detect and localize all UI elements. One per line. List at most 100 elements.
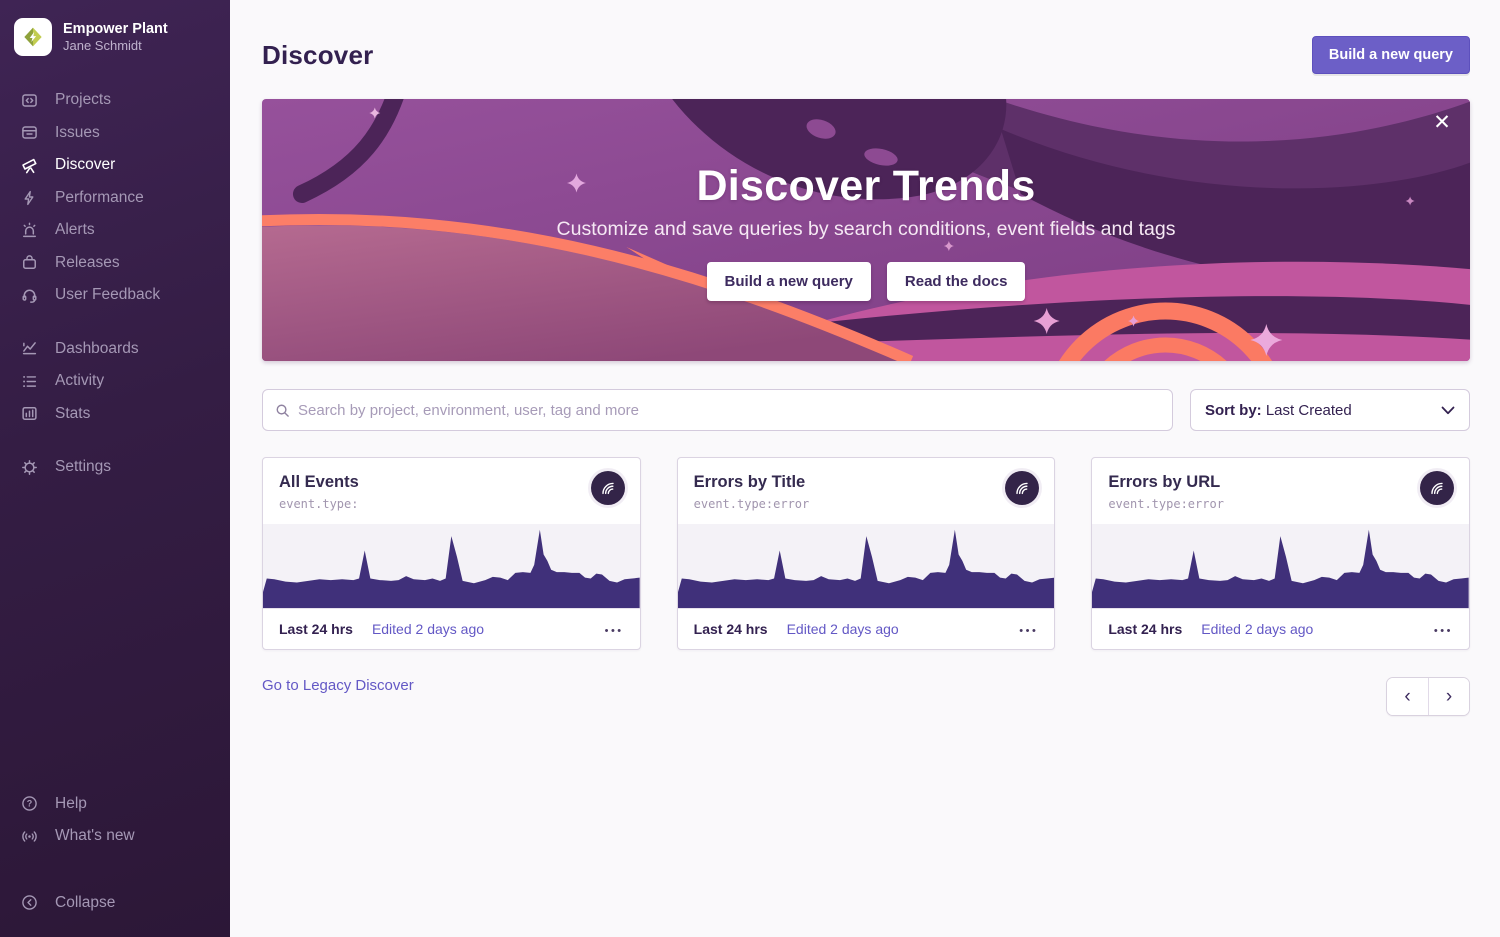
banner-title: Discover Trends (696, 162, 1035, 211)
sidebar-item-label: User Feedback (55, 286, 160, 304)
banner-close-icon[interactable]: ✕ (1428, 109, 1456, 137)
discover-trends-banner: Discover Trends Customize and save queri… (262, 99, 1470, 361)
sort-label: Sort by: (1205, 402, 1262, 419)
next-page-button[interactable]: › (1428, 678, 1469, 715)
sidebar-item-label: What's new (55, 827, 135, 845)
sidebar-item-stats[interactable]: Stats (0, 398, 230, 431)
banner-subtitle: Customize and save queries by search con… (557, 218, 1176, 241)
sidebar-item-releases[interactable]: Releases (0, 247, 230, 280)
card-sparkline-chart (263, 524, 640, 608)
main-content: Discover Build a new query (230, 0, 1500, 937)
search-icon (275, 403, 290, 418)
card-sparkline-chart (678, 524, 1055, 608)
user-name: Jane Schmidt (63, 38, 168, 54)
pagination: ‹ › (1386, 677, 1470, 716)
chevron-left-icon: ‹ (1404, 686, 1410, 707)
sidebar-item-label: Stats (55, 405, 90, 423)
bar-chart-icon (20, 405, 38, 422)
search-input[interactable] (298, 402, 1160, 419)
line-chart-icon (20, 340, 38, 357)
empower-plant-logo-icon (20, 24, 46, 50)
card-context-menu-icon[interactable]: ••• (1019, 622, 1038, 636)
sidebar-item-label: Collapse (55, 894, 115, 912)
sidebar: Empower Plant Jane Schmidt Projects Issu… (0, 0, 230, 937)
discover-telescope-icon (20, 157, 38, 174)
card-timeframe: Last 24 hrs (279, 621, 353, 637)
sidebar-item-alerts[interactable]: Alerts (0, 214, 230, 247)
lightning-icon (20, 190, 38, 206)
card-title: All Events (279, 473, 624, 492)
collapse-icon (20, 894, 38, 911)
issues-icon (20, 124, 38, 141)
sentry-logo-icon (1427, 478, 1447, 498)
query-card-errors-by-title[interactable]: Errors by Title event.type:error Last 24… (677, 457, 1056, 650)
sidebar-item-label: Activity (55, 372, 104, 390)
footer-nav: ? Help What's new (0, 788, 230, 853)
card-edited-link[interactable]: Edited 2 days ago (1201, 621, 1313, 637)
page-title: Discover (262, 40, 373, 71)
sidebar-item-label: Alerts (55, 221, 95, 239)
build-new-query-button[interactable]: Build a new query (1312, 36, 1470, 74)
sidebar-item-label: Settings (55, 458, 111, 476)
card-query: event.type:error (694, 497, 1039, 511)
card-timeframe: Last 24 hrs (1108, 621, 1182, 637)
card-sparkline-chart (1092, 524, 1469, 608)
query-toolbar: Sort by: Last Created (262, 389, 1470, 431)
card-context-menu-icon[interactable]: ••• (1434, 622, 1453, 636)
sentry-logo-badge (591, 471, 625, 505)
sentry-logo-icon (598, 478, 618, 498)
card-timeframe: Last 24 hrs (694, 621, 768, 637)
sidebar-item-label: Issues (55, 124, 100, 142)
banner-build-query-button[interactable]: Build a new query (707, 262, 871, 301)
sidebar-item-user-feedback[interactable]: User Feedback (0, 279, 230, 312)
sort-dropdown[interactable]: Sort by: Last Created (1190, 389, 1470, 431)
org-name: Empower Plant (63, 20, 168, 38)
sidebar-item-help[interactable]: ? Help (0, 788, 230, 821)
siren-icon (20, 222, 38, 239)
svg-text:?: ? (26, 799, 32, 809)
query-card-all-events[interactable]: All Events event.type: Last 24 hrs Edite… (262, 457, 641, 650)
query-card-errors-by-url[interactable]: Errors by URL event.type:error Last 24 h… (1091, 457, 1470, 650)
broadcast-icon (20, 828, 38, 845)
list-icon (20, 373, 38, 390)
card-query: event.type:error (1108, 497, 1453, 511)
sidebar-item-activity[interactable]: Activity (0, 365, 230, 398)
org-avatar (14, 18, 52, 56)
sentry-logo-badge (1420, 471, 1454, 505)
headset-icon (20, 287, 38, 304)
projects-icon (20, 92, 38, 109)
card-edited-link[interactable]: Edited 2 days ago (787, 621, 899, 637)
sidebar-collapse-button[interactable]: Collapse (0, 887, 230, 920)
sidebar-item-label: Projects (55, 91, 111, 109)
sidebar-item-performance[interactable]: Performance (0, 182, 230, 215)
sidebar-item-issues[interactable]: Issues (0, 117, 230, 150)
sidebar-item-projects[interactable]: Projects (0, 84, 230, 117)
sentry-logo-icon (1012, 478, 1032, 498)
banner-read-docs-button[interactable]: Read the docs (887, 262, 1026, 301)
card-edited-link[interactable]: Edited 2 days ago (372, 621, 484, 637)
gear-icon (20, 459, 38, 476)
card-context-menu-icon[interactable]: ••• (605, 622, 624, 636)
search-box (262, 389, 1173, 431)
chevron-down-icon (1441, 406, 1455, 415)
sidebar-item-label: Performance (55, 189, 144, 207)
sidebar-item-whats-new[interactable]: What's new (0, 820, 230, 853)
sidebar-item-discover[interactable]: Discover (0, 149, 230, 182)
sidebar-item-settings[interactable]: Settings (0, 451, 230, 484)
sidebar-item-dashboards[interactable]: Dashboards (0, 333, 230, 366)
previous-page-button[interactable]: ‹ (1387, 678, 1428, 715)
card-title: Errors by Title (694, 473, 1039, 492)
secondary-nav: Dashboards Activity Stats (0, 333, 230, 431)
sidebar-item-label: Discover (55, 156, 115, 174)
briefcase-icon (20, 254, 38, 271)
legacy-discover-link[interactable]: Go to Legacy Discover (262, 677, 414, 694)
org-switcher[interactable]: Empower Plant Jane Schmidt (0, 12, 230, 62)
chevron-right-icon: › (1446, 686, 1452, 707)
sidebar-item-label: Releases (55, 254, 120, 272)
sidebar-item-label: Dashboards (55, 340, 139, 358)
card-query: event.type: (279, 497, 624, 511)
saved-queries-grid: All Events event.type: Last 24 hrs Edite… (262, 457, 1470, 650)
sidebar-item-label: Help (55, 795, 87, 813)
help-icon: ? (20, 795, 38, 812)
page-header: Discover Build a new query (262, 36, 1470, 74)
